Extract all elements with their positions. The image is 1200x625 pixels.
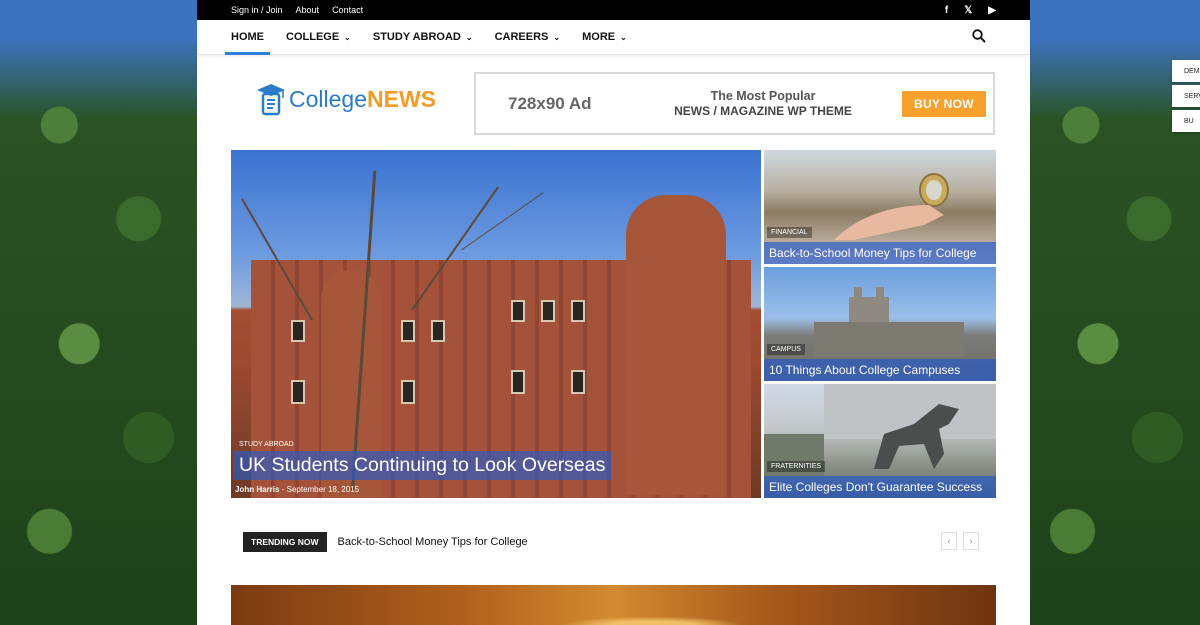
top-bar: Sign in / Join About Contact f 𝕏 ▶ (197, 0, 1030, 20)
featured-category-tag[interactable]: STUDY ABROAD (235, 439, 298, 450)
ad-size-label: 728x90 Ad (508, 93, 592, 113)
nav-careers[interactable]: CAREERS ⌄ (495, 20, 561, 55)
window (401, 380, 415, 404)
logo-word-news: NEWS (367, 85, 436, 112)
ad-tagline: The Most Popular NEWS / MAGAZINE WP THEM… (658, 89, 868, 119)
featured-author[interactable]: John Harris (235, 485, 279, 494)
x-icon[interactable]: 𝕏 (964, 5, 972, 16)
window (431, 320, 445, 342)
side-button-services[interactable]: SERV (1172, 85, 1200, 107)
chevron-down-icon: ⌄ (465, 32, 473, 42)
coin-hand-image (834, 173, 949, 240)
featured-meta: John Harris - September 18, 2015 (235, 485, 359, 494)
main-nav: HOME COLLEGE ⌄ STUDY ABROAD ⌄ CAREERS ⌄ … (197, 20, 1030, 55)
nav-home-label: HOME (231, 31, 264, 43)
side-post-fraternities[interactable]: FRATERNITIES Elite Colleges Don't Guaran… (764, 384, 996, 498)
bottom-featured-image[interactable] (231, 585, 996, 625)
youtube-icon[interactable]: ▶ (988, 5, 996, 16)
window (541, 300, 555, 322)
window (401, 320, 415, 342)
social-links: f 𝕏 ▶ (945, 5, 996, 16)
site-logo[interactable]: College NEWS (255, 82, 436, 116)
campus-building-image (814, 287, 964, 357)
background-foliage-left (0, 0, 198, 625)
nav-more[interactable]: MORE ⌄ (582, 20, 627, 55)
brand-row: College NEWS 728x90 Ad The Most Popular … (197, 72, 1030, 136)
trending-arrows: ‹ › (941, 532, 979, 550)
featured-title[interactable]: UK Students Continuing to Look Overseas (233, 451, 612, 480)
nav-college[interactable]: COLLEGE ⌄ (286, 20, 351, 55)
logo-word-college: College (289, 85, 367, 112)
chevron-right-icon[interactable]: › (963, 532, 979, 550)
nav-college-label: COLLEGE (286, 31, 340, 43)
featured-date: September 18, 2015 (286, 485, 360, 494)
side-post-title[interactable]: 10 Things About College Campuses (764, 359, 996, 381)
side-post-category-tag[interactable]: FRATERNITIES (767, 461, 826, 472)
nav-careers-label: CAREERS (494, 31, 549, 43)
window (291, 320, 305, 342)
window (291, 380, 305, 404)
side-post-category-tag[interactable]: FINANCIAL (767, 227, 812, 238)
nav-more-label: MORE (582, 31, 616, 43)
window (571, 370, 585, 394)
search-icon[interactable] (972, 29, 986, 43)
trending-headline[interactable]: Back-to-School Money Tips for College (338, 536, 528, 548)
meta-separator: - (281, 485, 285, 494)
facebook-icon[interactable]: f (945, 5, 948, 16)
featured-grid: STUDY ABROAD UK Students Continuing to L… (231, 150, 996, 498)
side-post-title[interactable]: Elite Colleges Don't Guarantee Success (764, 476, 996, 498)
trending-label: TRENDING NOW (243, 532, 327, 552)
chevron-left-icon[interactable]: ‹ (941, 532, 957, 550)
ad-tagline-line1: The Most Popular (710, 88, 816, 103)
side-floating-buttons: DEM SERV BU (1172, 60, 1200, 132)
contact-link[interactable]: Contact (332, 5, 363, 15)
site-container: Sign in / Join About Contact f 𝕏 ▶ HOME … (197, 0, 1030, 625)
chevron-down-icon: ⌄ (344, 32, 351, 42)
featured-post[interactable]: STUDY ABROAD UK Students Continuing to L… (231, 150, 761, 498)
ad-banner[interactable]: 728x90 Ad The Most Popular NEWS / MAGAZI… (474, 72, 995, 135)
buy-now-button[interactable]: BUY NOW (902, 90, 986, 117)
side-button-buy[interactable]: BU (1172, 110, 1200, 132)
trending-bar: TRENDING NOW Back-to-School Money Tips f… (243, 532, 983, 552)
top-links: Sign in / Join About Contact (231, 5, 363, 15)
side-post-campus[interactable]: CAMPUS 10 Things About College Campuses (764, 267, 996, 381)
about-link[interactable]: About (296, 5, 320, 15)
side-button-demos[interactable]: DEM (1172, 60, 1200, 82)
chevron-down-icon: ⌄ (620, 32, 627, 42)
window (511, 370, 525, 394)
nav-study-abroad[interactable]: STUDY ABROAD ⌄ (373, 20, 473, 55)
ad-tagline-line2: NEWS / MAGAZINE WP THEME (674, 103, 852, 118)
side-post-category-tag[interactable]: CAMPUS (767, 344, 805, 355)
nav-study-abroad-label: STUDY ABROAD (372, 31, 461, 43)
window (571, 300, 585, 322)
chevron-down-icon: ⌄ (553, 32, 561, 42)
signin-link[interactable]: Sign in / Join (231, 5, 283, 15)
nav-home[interactable]: HOME (225, 20, 270, 55)
side-post-title[interactable]: Back-to-School Money Tips for College (764, 242, 996, 264)
window (511, 300, 525, 322)
side-post-financial[interactable]: FINANCIAL Back-to-School Money Tips for … (764, 150, 996, 264)
building-tower (626, 195, 726, 495)
graduation-cap-icon (257, 84, 285, 116)
